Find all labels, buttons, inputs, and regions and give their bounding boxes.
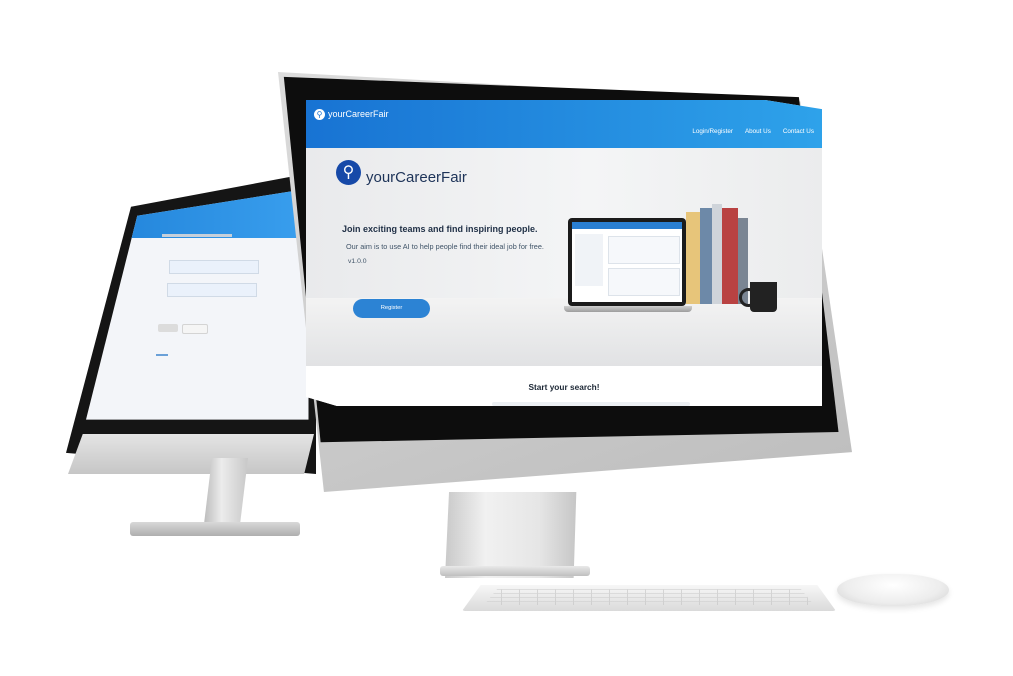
search-section: Start your search! — [306, 366, 822, 406]
primary-monitor-screen: ⚲ yourCareerFair Login/Register About Us… — [306, 100, 822, 406]
form-link[interactable] — [156, 354, 168, 356]
hero-photo-laptop-base — [564, 306, 692, 312]
search-input[interactable] — [492, 402, 690, 406]
hero-photo-laptop-navbar — [572, 222, 682, 229]
hero-section: ⚲ yourCareerFair Join exciting teams and… — [306, 148, 822, 366]
password-field[interactable] — [167, 283, 257, 297]
version-label: v1.0.0 — [348, 258, 367, 265]
career-fair-logo-icon: ⚲ — [336, 160, 361, 185]
secondary-button[interactable] — [182, 324, 208, 334]
hero-photo-mug — [750, 282, 777, 312]
username-field[interactable] — [169, 260, 259, 274]
hero-photo-job-card — [608, 236, 680, 264]
career-fair-logo-icon[interactable]: ⚲ — [314, 109, 325, 120]
hero-photo-job-card — [608, 268, 680, 296]
register-button[interactable]: Register — [353, 299, 430, 318]
secondary-monitor-foot — [130, 522, 300, 536]
hero-photo-laptop — [568, 218, 686, 306]
hero-photo-book — [712, 204, 722, 304]
mouse — [837, 574, 949, 606]
nav-link-contact-us[interactable]: Contact Us — [783, 128, 814, 135]
nav-link-about-us[interactable]: About Us — [745, 128, 771, 135]
hero-photo-laptop-sidebar — [575, 234, 603, 286]
hero-photo-book — [686, 212, 700, 304]
hero-subtitle: Our aim is to use AI to help people find… — [346, 242, 544, 251]
nav-links: Login/Register About Us Contact Us — [692, 128, 814, 135]
hero-photo-book — [700, 208, 712, 304]
top-navigation-bar: ⚲ yourCareerFair Login/Register About Us… — [306, 100, 822, 148]
search-heading: Start your search! — [528, 382, 600, 392]
hero-photo-laptop-display — [572, 222, 682, 302]
primary-monitor-foot — [440, 566, 590, 576]
hero-photo-book — [722, 208, 738, 304]
login-form-title-placeholder — [162, 234, 232, 237]
nav-link-login-register[interactable]: Login/Register — [692, 128, 733, 135]
keyboard-keys — [484, 589, 814, 605]
hero-brand-name: yourCareerFair — [366, 169, 467, 186]
secondary-monitor-chin — [68, 434, 314, 474]
secondary-monitor — [66, 172, 316, 542]
hero-title: Join exciting teams and find inspiring p… — [342, 224, 538, 234]
login-button[interactable] — [158, 324, 178, 332]
nav-brand-name[interactable]: yourCareerFair — [328, 109, 389, 119]
